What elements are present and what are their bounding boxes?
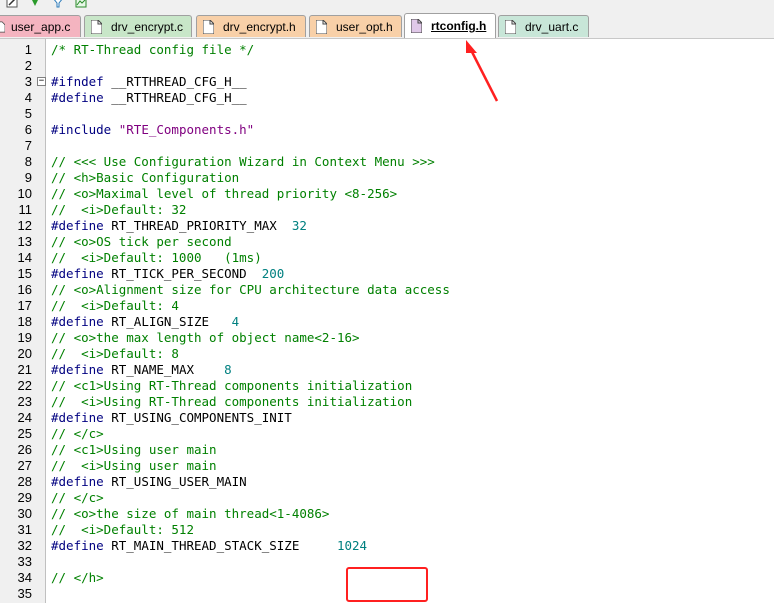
annotation-arrow: [466, 40, 499, 102]
